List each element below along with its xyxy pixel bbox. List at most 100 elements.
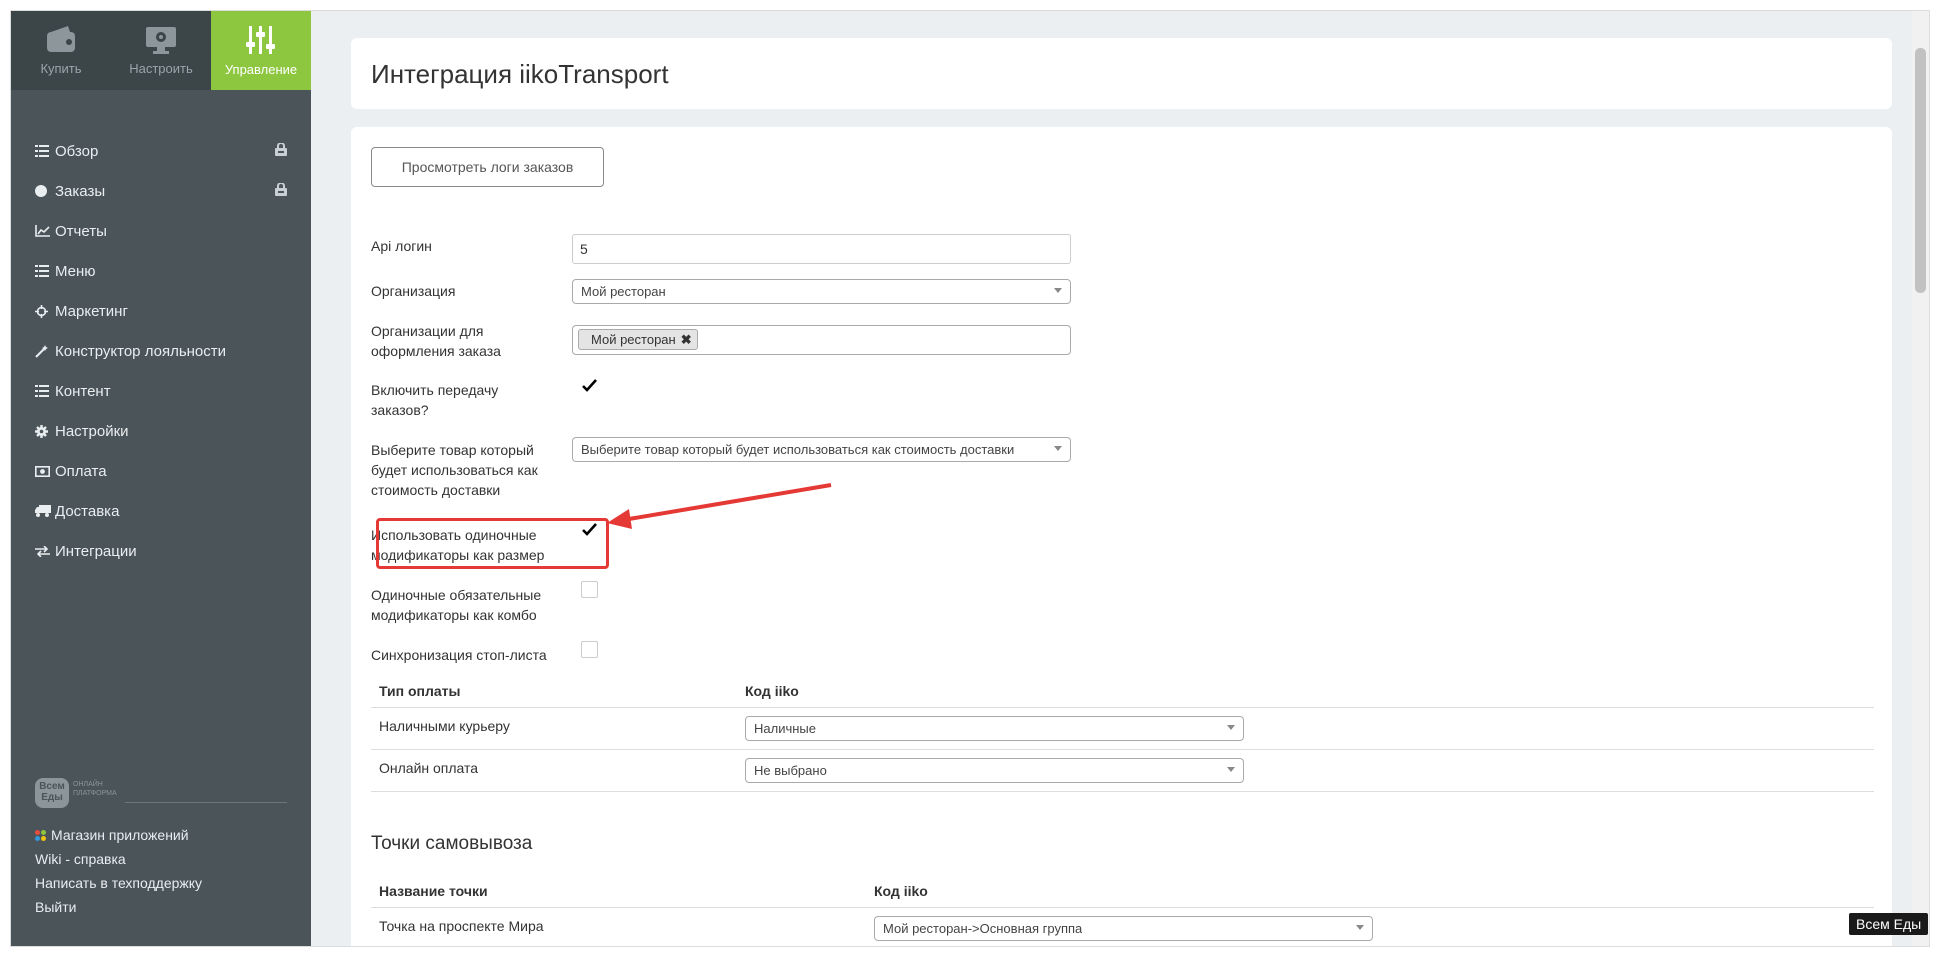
delivery-product-label-line-2: будет использоваться как xyxy=(371,462,538,478)
lock-icon xyxy=(275,182,287,200)
payment-code-select[interactable]: Наличные xyxy=(745,716,1244,741)
annotation-arrow xyxy=(607,483,832,529)
topnav-manage[interactable]: Управление xyxy=(211,11,311,90)
brand-badge: Всем Еды xyxy=(1849,913,1929,935)
apps-icon xyxy=(35,829,46,841)
sidebar-item-label: Обзор xyxy=(55,142,99,160)
order-orgs-label-line-2: оформления заказа xyxy=(371,343,501,359)
logout-link[interactable]: Выйти xyxy=(35,895,287,919)
sidebar-item-orders[interactable]: Заказы xyxy=(35,171,287,211)
sidebar-item-label: Настройки xyxy=(55,422,129,440)
view-logs-button[interactable]: Просмотреть логи заказов xyxy=(371,147,604,187)
sidebar-item-label: Маркетинг xyxy=(55,302,128,320)
vertical-scrollbar[interactable] xyxy=(1912,11,1929,946)
pickup-title: Точки самовывоза xyxy=(371,833,533,854)
gear-icon xyxy=(35,424,55,438)
sidebar-item-marketing[interactable]: Маркетинг xyxy=(35,291,287,331)
payments-header-code: Код iiko xyxy=(745,683,799,699)
enable-transfer-label-line-1: Включить передачу xyxy=(371,382,499,398)
organization-value: Мой ресторан xyxy=(581,284,666,299)
page-title: Интеграция iikoTransport xyxy=(371,59,669,89)
sidebar-item-label: Конструктор лояльности xyxy=(55,342,227,360)
payment-code-value: Не выбрано xyxy=(754,763,827,778)
order-orgs-multiselect[interactable]: Мой ресторан ✖ xyxy=(572,325,1071,355)
sidebar-item-label: Оплата xyxy=(55,462,107,480)
checkmark-icon xyxy=(582,379,597,392)
app-window: Купить Настроить Управление Обзор Заказы xyxy=(10,10,1930,947)
selected-tag: Мой ресторан ✖ xyxy=(578,329,698,350)
selected-tag-label: Мой ресторан xyxy=(591,332,676,347)
sidebar-item-menu[interactable]: Меню xyxy=(35,251,287,291)
sidebar-footer: Магазин приложений Wiki - справка Написа… xyxy=(35,823,287,919)
order-orgs-label: Организации для оформления заказа xyxy=(371,321,501,361)
sidebar-item-label: Интеграции xyxy=(55,542,137,560)
chevron-down-icon xyxy=(1054,446,1062,451)
stop-list-label: Синхронизация стоп-листа xyxy=(371,647,547,663)
enable-transfer-checkbox[interactable] xyxy=(581,377,598,394)
remove-tag-icon[interactable]: ✖ xyxy=(681,332,692,348)
brand-logo: Всем Еды xyxy=(35,778,69,808)
payments-header-type: Тип оплаты xyxy=(379,683,461,699)
exchange-icon xyxy=(35,545,55,557)
wiki-link[interactable]: Wiki - справка xyxy=(35,847,287,871)
enable-transfer-label-line-2: заказов? xyxy=(371,402,429,418)
pickup-code-value: Мой ресторан->Основная группа xyxy=(883,921,1083,936)
table-row: Онлайн оплата Не выбрано xyxy=(371,749,1874,791)
combo-modifiers-checkbox[interactable] xyxy=(581,581,598,598)
lock-icon xyxy=(275,142,287,160)
brand-subtitle: ОНЛАЙН ПЛАТФОРМА xyxy=(73,780,117,798)
topnav-manage-label: Управление xyxy=(224,62,298,77)
combo-modifiers-label-line-1: Одиночные обязательные xyxy=(371,587,542,603)
wallet-icon xyxy=(47,26,75,52)
support-link[interactable]: Написать в техподдержку xyxy=(35,871,287,895)
pickup-header-name: Название точки xyxy=(379,883,488,899)
organization-label: Организация xyxy=(371,283,456,299)
divider xyxy=(371,791,1874,792)
highlight-box xyxy=(376,518,609,569)
magic-wand-icon xyxy=(35,344,55,358)
sliders-icon xyxy=(246,26,275,54)
app-store-link[interactable]: Магазин приложений xyxy=(35,823,287,847)
sidebar-item-integrations[interactable]: Интеграции xyxy=(35,531,287,571)
app-store-label: Магазин приложений xyxy=(51,827,189,843)
topnav-buy[interactable]: Купить xyxy=(11,11,111,90)
top-nav: Купить Настроить Управление xyxy=(11,11,311,90)
sidebar: Купить Настроить Управление Обзор Заказы xyxy=(11,11,311,946)
sidebar-item-content[interactable]: Контент xyxy=(35,371,287,411)
delivery-product-value: Выберите товар который будет использоват… xyxy=(581,442,1015,457)
stop-list-checkbox[interactable] xyxy=(581,641,598,658)
sidebar-item-loyalty[interactable]: Конструктор лояльности xyxy=(35,331,287,371)
chevron-down-icon xyxy=(1227,725,1235,730)
api-login-input[interactable] xyxy=(572,234,1071,264)
sidebar-menu: Обзор Заказы Отчеты Меню Маркетинг Конст… xyxy=(35,131,287,571)
scrollbar-thumb[interactable] xyxy=(1915,48,1926,293)
api-login-label: Api логин xyxy=(371,238,432,254)
sidebar-item-reports[interactable]: Отчеты xyxy=(35,211,287,251)
list-icon xyxy=(35,385,55,397)
sidebar-item-label: Контент xyxy=(55,382,111,400)
integration-form: Просмотреть логи заказов Api логин Орган… xyxy=(351,127,1892,946)
organization-select[interactable]: Мой ресторан xyxy=(572,279,1071,304)
table-row: Наличными курьеру Наличные xyxy=(371,707,1874,749)
combo-modifiers-label-line-2: модификаторы как комбо xyxy=(371,607,537,623)
sidebar-item-settings[interactable]: Настройки xyxy=(35,411,287,451)
sidebar-item-delivery[interactable]: Доставка xyxy=(35,491,287,531)
delivery-product-select[interactable]: Выберите товар который будет использоват… xyxy=(572,437,1071,462)
sidebar-item-payment[interactable]: Оплата xyxy=(35,451,287,491)
combo-modifiers-label: Одиночные обязательные модификаторы как … xyxy=(371,585,541,625)
topnav-configure-label: Настроить xyxy=(129,61,193,76)
topnav-configure[interactable]: Настроить xyxy=(111,11,211,90)
pickup-code-select[interactable]: Мой ресторан->Основная группа xyxy=(874,916,1373,941)
sidebar-item-overview[interactable]: Обзор xyxy=(35,131,287,171)
enable-transfer-label: Включить передачу заказов? xyxy=(371,380,498,420)
payment-code-select[interactable]: Не выбрано xyxy=(745,758,1244,783)
chevron-down-icon xyxy=(1054,288,1062,293)
delivery-product-label-line-3: стоимость доставки xyxy=(371,482,501,498)
payment-code-value: Наличные xyxy=(754,721,816,736)
money-icon xyxy=(35,465,55,477)
divider xyxy=(125,802,287,803)
list-icon xyxy=(35,145,55,157)
crosshair-icon xyxy=(35,304,55,318)
page-header: Интеграция iikoTransport xyxy=(351,38,1892,109)
chevron-down-icon xyxy=(1356,925,1364,930)
